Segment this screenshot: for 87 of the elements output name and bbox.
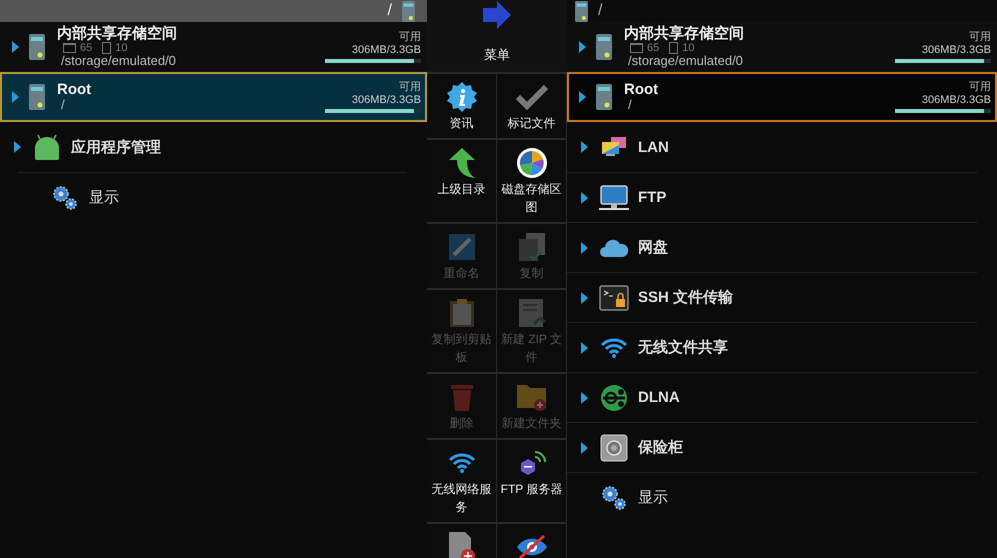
device-icon: [596, 34, 612, 60]
free-label: 可用: [969, 30, 991, 44]
wifi-icon: [600, 338, 628, 358]
storage-name: Root: [624, 82, 660, 98]
storage-name: 内部共享存储空间: [57, 26, 178, 42]
folder-plus-icon: [516, 382, 548, 412]
menu-title: 菜单: [484, 46, 510, 64]
storage-path: /: [628, 98, 633, 112]
list-item[interactable]: 保险柜: [638, 438, 683, 457]
list-item[interactable]: 显示: [89, 188, 119, 207]
storage-size: 306MB/3.3GB: [922, 44, 991, 56]
dlna-icon: [599, 384, 629, 412]
menu-item[interactable]: 磁盘存储区图: [497, 140, 567, 224]
info-icon: [446, 81, 478, 113]
expand-arrow-icon[interactable]: [581, 392, 588, 404]
list-item[interactable]: 应用程序管理: [71, 138, 161, 156]
file-count: 10: [682, 42, 694, 54]
storage-row[interactable]: Root / 可用 306MB/3.3GB: [567, 72, 997, 122]
check-icon: [514, 84, 548, 110]
menu-item[interactable]: 无线网络服务: [427, 440, 497, 524]
computers-icon: [601, 136, 627, 158]
storage-size: 306MB/3.3GB: [352, 44, 421, 56]
up-arrow-icon: [446, 147, 476, 179]
gears-icon: [52, 184, 78, 210]
folder-count: 65: [80, 42, 92, 54]
pie-chart-icon: [516, 147, 548, 179]
storage-row[interactable]: Root / 可用 306MB/3.3GB: [0, 72, 427, 122]
storage-name: 内部共享存储空间: [624, 26, 745, 42]
storage-name: Root: [57, 82, 92, 98]
device-icon: [596, 84, 612, 110]
pencil-icon: [448, 233, 476, 261]
expand-arrow-icon[interactable]: [581, 442, 588, 454]
expand-arrow-icon[interactable]: [579, 41, 586, 53]
device-icon: [29, 84, 45, 110]
list-item[interactable]: 无线文件共享: [638, 338, 728, 357]
list-item[interactable]: SSH 文件传输: [638, 288, 734, 307]
gears-icon: [601, 484, 627, 510]
free-label: 可用: [969, 80, 991, 94]
zip-file-icon: [518, 298, 546, 328]
expand-arrow-icon[interactable]: [12, 91, 19, 103]
menu-item[interactable]: FTP 服务器: [497, 440, 567, 524]
wifi-icon: [448, 453, 476, 473]
document-plus-icon: [448, 531, 476, 558]
path-text: /: [388, 2, 392, 20]
menu-item[interactable]: 上级目录: [427, 140, 497, 224]
folder-icon: [63, 43, 76, 54]
arrow-right-icon: [482, 0, 512, 30]
trash-icon: [450, 382, 474, 412]
path-text: /: [598, 2, 602, 20]
file-icon: [102, 42, 112, 54]
menu-item[interactable]: 标记文件: [497, 74, 567, 140]
free-label: 可用: [399, 30, 421, 44]
storage-path: /storage/emulated/0: [628, 54, 744, 68]
eye-crossed-icon: [516, 534, 548, 558]
folder-count: 65: [647, 42, 660, 54]
free-label: 可用: [399, 80, 421, 94]
storage-size: 306MB/3.3GB: [922, 94, 991, 106]
device-icon: [29, 34, 45, 60]
clipboard-icon: [448, 298, 474, 328]
android-icon: [34, 134, 60, 160]
cloud-icon: [600, 238, 628, 256]
expand-arrow-icon[interactable]: [579, 91, 586, 103]
monitor-icon: [599, 184, 629, 210]
documents-icon: [518, 232, 546, 262]
terminal-lock-icon: [599, 284, 629, 310]
list-item[interactable]: 网盘: [638, 238, 668, 257]
expand-arrow-icon[interactable]: [581, 192, 588, 204]
file-count: 10: [115, 42, 128, 54]
safe-icon: [600, 434, 628, 462]
device-icon: [575, 0, 588, 22]
list-item[interactable]: LAN: [638, 138, 669, 156]
expand-arrow-icon[interactable]: [581, 292, 588, 304]
storage-path: /: [61, 98, 66, 112]
folder-icon: [630, 43, 643, 54]
device-icon: [402, 0, 415, 22]
storage-path: /storage/emulated/0: [61, 54, 177, 68]
storage-size: 306MB/3.3GB: [352, 94, 421, 106]
list-item[interactable]: FTP: [638, 189, 666, 206]
menu-item[interactable]: 资讯: [427, 74, 497, 140]
expand-arrow-icon[interactable]: [14, 141, 21, 153]
expand-arrow-icon[interactable]: [581, 242, 588, 254]
expand-arrow-icon[interactable]: [581, 141, 588, 153]
expand-arrow-icon[interactable]: [581, 342, 588, 354]
list-item[interactable]: DLNA: [638, 389, 680, 406]
list-item[interactable]: 显示: [638, 488, 668, 507]
file-icon: [669, 42, 678, 54]
expand-arrow-icon[interactable]: [12, 41, 19, 53]
